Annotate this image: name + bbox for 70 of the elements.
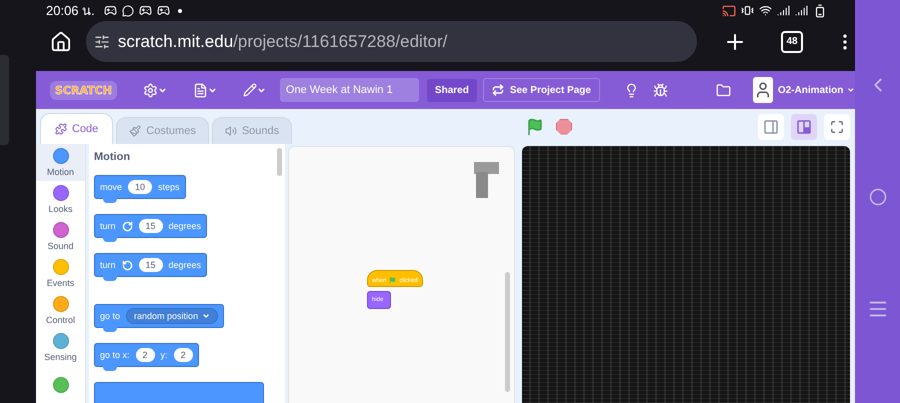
gamepad-icon xyxy=(104,4,117,17)
arrows-icon xyxy=(492,84,504,96)
signal-icon xyxy=(777,4,790,17)
puzzle-icon xyxy=(55,123,67,135)
block-label: move xyxy=(100,182,122,192)
block-label: turn xyxy=(100,221,116,231)
sprite-thumbnail xyxy=(474,162,499,198)
category-heading: Motion xyxy=(94,151,130,163)
edit-menu-icon[interactable] xyxy=(242,83,257,97)
caret-icon xyxy=(202,312,210,320)
gamepad-icon xyxy=(138,4,152,17)
home-button-icon[interactable] xyxy=(868,188,886,206)
number-input[interactable]: 2 xyxy=(174,348,193,362)
category-item[interactable]: Sensing xyxy=(36,329,85,366)
shared-button[interactable]: Shared xyxy=(426,78,477,102)
username[interactable]: O2-Animation xyxy=(778,84,844,96)
position-dropdown[interactable]: random position xyxy=(126,308,218,324)
rotate-right-icon xyxy=(122,220,133,232)
paintbrush-icon xyxy=(129,125,142,137)
category-item[interactable]: Motion xyxy=(36,144,85,181)
number-input[interactable]: 2 xyxy=(136,348,155,362)
signal-icon xyxy=(795,4,808,17)
url-text: scratch.mit.edu/projects/1161657288/editor/ xyxy=(118,32,448,52)
category-item[interactable]: Control xyxy=(36,292,85,329)
caret-icon xyxy=(208,86,217,94)
category-item[interactable]: Sound xyxy=(36,218,85,255)
flag-icon[interactable] xyxy=(526,118,544,136)
debug-icon[interactable] xyxy=(652,82,668,98)
folder-icon[interactable] xyxy=(716,82,731,98)
tab-count[interactable]: 48 xyxy=(781,30,803,52)
block-label: y: xyxy=(160,350,168,360)
messenger-icon xyxy=(122,4,134,16)
number-input[interactable]: 15 xyxy=(138,219,163,233)
cast-icon xyxy=(722,4,736,18)
fullscreen-icon xyxy=(830,120,844,134)
site-settings-icon[interactable] xyxy=(94,34,110,50)
category-item[interactable]: Events xyxy=(36,255,85,292)
dot-icon xyxy=(178,8,182,12)
layout-icon xyxy=(764,120,778,134)
home-icon[interactable] xyxy=(50,30,72,52)
see-project-page-button[interactable]: See Project Page xyxy=(482,78,600,102)
rotate-left-icon xyxy=(122,260,133,270)
category-item[interactable]: Looks xyxy=(36,181,85,218)
block-label: steps xyxy=(158,182,180,192)
stage-size-button[interactable] xyxy=(791,114,817,140)
vibrate-icon xyxy=(741,4,754,17)
block-label: degrees xyxy=(168,221,202,231)
address-bar[interactable]: scratch.mit.edu/projects/1161657288/editor/ xyxy=(86,21,698,62)
number-input[interactable]: 10 xyxy=(128,180,152,194)
gamepad-icon xyxy=(156,4,170,17)
fullscreen-button[interactable] xyxy=(824,114,850,140)
block-label: degrees xyxy=(168,260,202,270)
file-menu-icon[interactable] xyxy=(192,82,208,98)
caret-icon xyxy=(256,86,266,94)
number-input[interactable]: 15 xyxy=(138,258,163,272)
speaker-icon xyxy=(224,125,237,137)
stage-size-button[interactable] xyxy=(758,114,784,140)
user-avatar[interactable] xyxy=(752,77,773,103)
small-stage-icon xyxy=(797,120,811,134)
flag-icon xyxy=(389,277,396,284)
caret-icon xyxy=(158,86,167,94)
battery-icon xyxy=(813,4,827,18)
clock: 20:06 น. xyxy=(46,2,95,20)
block-label: go to x: xyxy=(100,350,130,360)
block-label: go to xyxy=(100,311,120,321)
editor-tab[interactable]: Code xyxy=(40,113,114,144)
scrollbar xyxy=(277,148,282,176)
block-label: turn xyxy=(100,260,116,270)
stop-icon[interactable] xyxy=(556,118,572,134)
settings-icon[interactable] xyxy=(142,82,158,98)
